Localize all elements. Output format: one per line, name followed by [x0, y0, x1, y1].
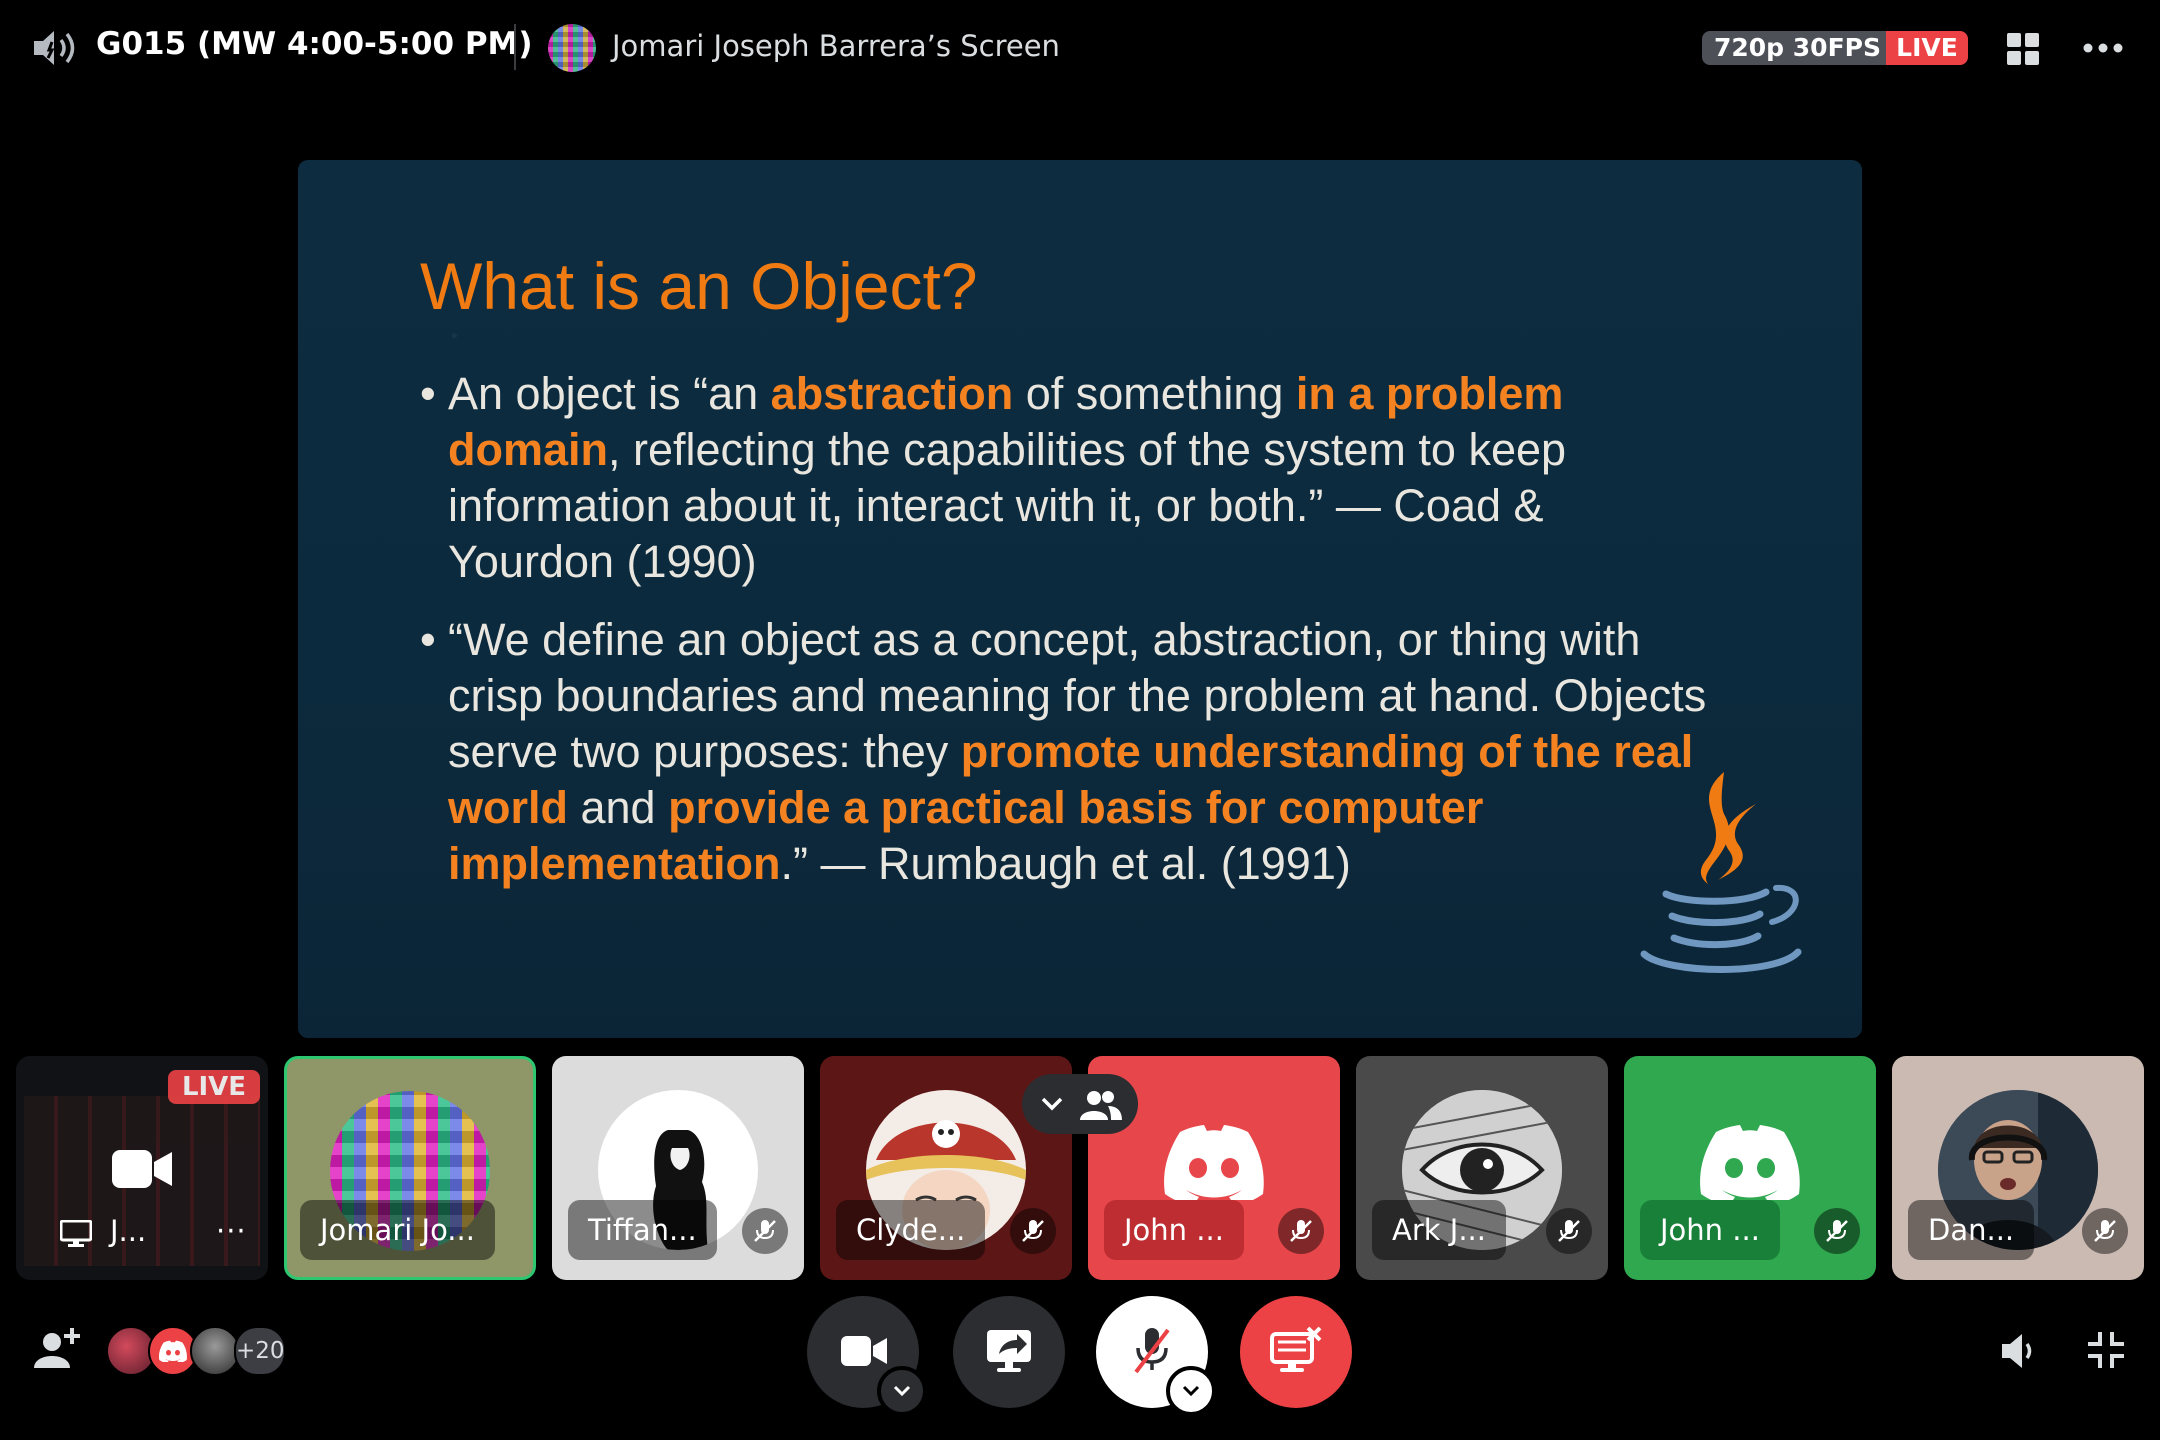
slide-title: What is an Object? [420, 249, 978, 323]
participant-name: Jomari Jo... [300, 1200, 495, 1260]
streamer-avatar [548, 24, 596, 72]
participant-name: Ark J... [1372, 1200, 1506, 1260]
participant-name: John ... [1640, 1200, 1780, 1260]
mic-muted-indicator [1010, 1208, 1056, 1254]
collapse-participants-button[interactable] [1022, 1074, 1138, 1134]
mic-muted-icon [1558, 1220, 1580, 1242]
participant-name: Tiffan... [568, 1200, 717, 1260]
participant-tile[interactable]: Jomari Jo... [284, 1056, 536, 1280]
leave-call-icon [1270, 1326, 1322, 1372]
screen-share-button[interactable] [953, 1296, 1065, 1408]
stream-quality-badge: 720p 30FPS [1702, 31, 1893, 65]
shrink-icon[interactable] [2086, 1330, 2126, 1370]
live-badge: LIVE [1886, 31, 1968, 65]
stop-watching-button[interactable] [1240, 1296, 1352, 1408]
participant-tile[interactable]: Tiffan... [552, 1056, 804, 1280]
more-icon[interactable] [2082, 36, 2124, 60]
top-bar: G015 (MW 4:00-5:00 PM) Jomari Joseph Bar… [0, 0, 2160, 96]
mic-muted-icon [754, 1220, 776, 1242]
live-badge: LIVE [168, 1070, 260, 1104]
mic-options-button[interactable] [1166, 1366, 1216, 1416]
camera-icon [112, 1150, 172, 1188]
participant-name: Clyde... [836, 1200, 986, 1260]
mic-muted-icon [1134, 1328, 1170, 1374]
discord-icon [1164, 1125, 1264, 1200]
camera-button[interactable] [807, 1296, 927, 1416]
discord-icon [1700, 1125, 1800, 1200]
chevron-down-icon [1041, 1097, 1063, 1111]
bullet-marker: • [420, 368, 436, 419]
participant-name: John ... [1104, 1200, 1244, 1260]
participant-name: Dan... [1908, 1200, 2035, 1260]
participant-tile[interactable]: Ark J... [1356, 1056, 1608, 1280]
screen-title: Jomari Joseph Barrera’s Screen [612, 29, 1060, 63]
avatar [190, 1326, 240, 1376]
participant-tile[interactable]: Dan... [1892, 1056, 2144, 1280]
add-user-icon[interactable] [34, 1328, 80, 1370]
mic-muted-indicator [1278, 1208, 1324, 1254]
screen-share-icon [987, 1330, 1031, 1372]
bullet-text: .” — Rumbaugh et al. (1991) [780, 838, 1351, 889]
stream-preview-tile[interactable]: LIVE J... ··· [16, 1056, 268, 1280]
participant-count: +20 [234, 1326, 286, 1376]
chevron-down-icon [1182, 1385, 1200, 1397]
divider [514, 24, 516, 70]
mic-muted-icon [1022, 1220, 1044, 1242]
discord-icon [159, 1340, 187, 1362]
camera-options-button[interactable] [877, 1366, 927, 1416]
volume-icon[interactable] [2000, 1332, 2038, 1370]
stream-name: J... [110, 1214, 147, 1248]
mic-muted-icon [1290, 1220, 1312, 1242]
bullet-text: , reflecting the capabilities of the sys… [448, 424, 1567, 587]
bullet-text: An object is “an [448, 368, 771, 419]
mic-muted-indicator [1546, 1208, 1592, 1254]
grid-icon[interactable] [2006, 32, 2040, 66]
bullet-highlight: abstraction [770, 368, 1014, 419]
bullet-text: and [568, 782, 669, 833]
shared-screen-slide[interactable]: What is an Object? • An object is “an ab… [298, 160, 1862, 1038]
stream-more-button[interactable]: ··· [216, 1214, 247, 1248]
java-logo [1640, 772, 1802, 973]
channel-name: G015 (MW 4:00-5:00 PM) [96, 26, 533, 62]
speaker-icon [34, 31, 75, 65]
camera-icon [841, 1336, 887, 1366]
mute-button[interactable] [1096, 1296, 1216, 1416]
mic-muted-indicator [2082, 1208, 2128, 1254]
bullet-marker: • [420, 614, 436, 665]
mic-muted-indicator [742, 1208, 788, 1254]
chevron-down-icon [893, 1385, 911, 1397]
bullet-text: of something [1013, 368, 1296, 419]
mic-muted-indicator [1814, 1208, 1860, 1254]
mic-muted-icon [2094, 1220, 2116, 1242]
mic-muted-icon [1826, 1220, 1848, 1242]
people-icon [1080, 1091, 1122, 1120]
screen-icon [60, 1220, 92, 1247]
participant-tile[interactable]: John ... [1624, 1056, 1876, 1280]
